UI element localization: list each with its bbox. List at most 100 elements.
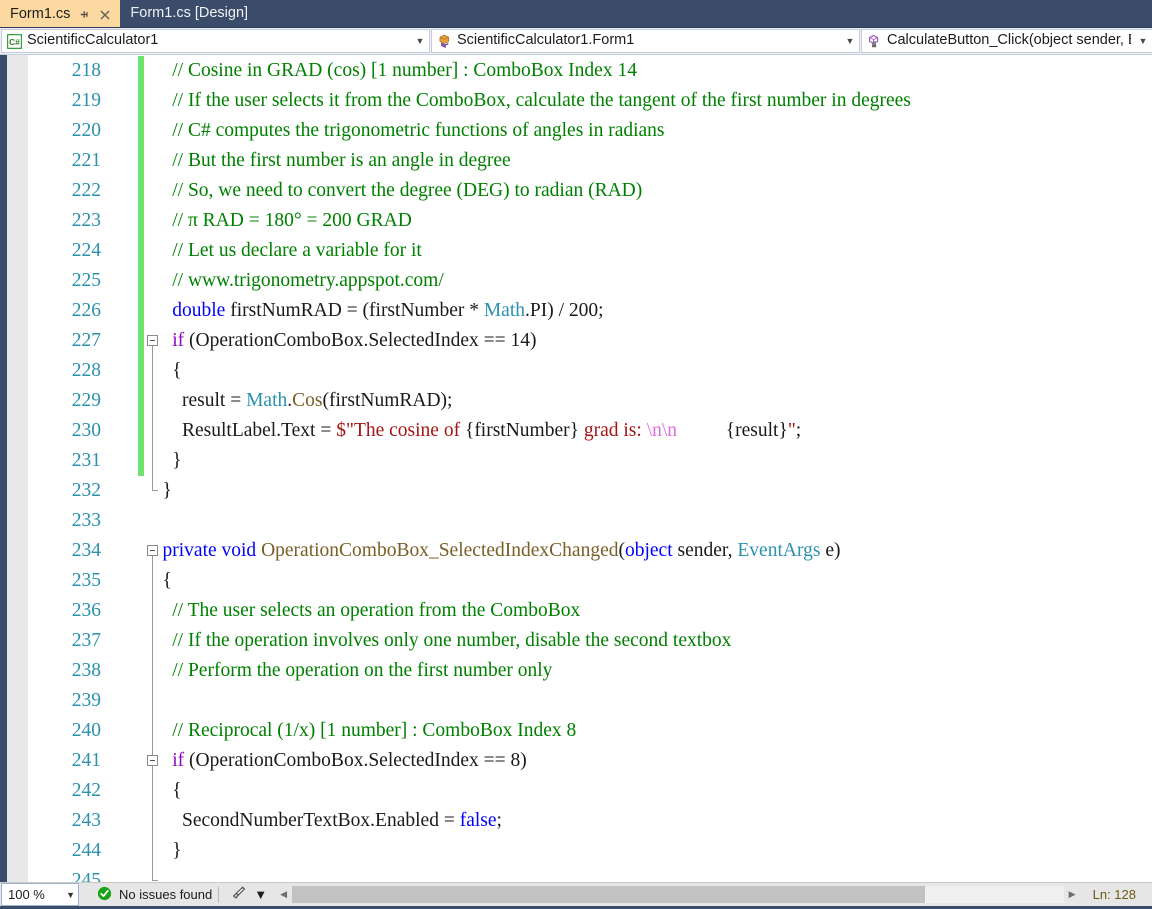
code-token: { [143, 570, 172, 591]
line-number: 222 [71, 180, 101, 201]
line-content: { [143, 566, 172, 596]
line-number: 226 [71, 300, 101, 321]
member-dropdown-label: CalculateButton_Click(object sender, Eve [887, 33, 1131, 49]
code-token: (firstNumRAD); [322, 390, 453, 411]
issues-status[interactable]: No issues found [79, 886, 212, 904]
code-line[interactable]: 218 // Cosine in GRAD (cos) [1 number] :… [28, 56, 1152, 86]
indicator-margin[interactable] [7, 55, 28, 882]
code-line[interactable]: 239 [28, 686, 1152, 716]
line-content: // Let us declare a variable for it [143, 236, 422, 266]
code-token: \n\n [646, 420, 678, 441]
chevron-down-icon[interactable]: ▼ [66, 890, 75, 900]
type-dropdown[interactable]: ScientificCalculator1.Form1 ▼ [431, 29, 860, 53]
code-token: } [143, 480, 172, 501]
code-line[interactable]: 238 // Perform the operation on the firs… [28, 656, 1152, 686]
selection-margin [0, 55, 7, 882]
code-line[interactable]: 237 // If the operation involves only on… [28, 626, 1152, 656]
chevron-down-icon[interactable]: ▼ [254, 887, 267, 902]
code-line[interactable]: 231 } [28, 446, 1152, 476]
code-line[interactable]: 233 [28, 506, 1152, 536]
code-token: object [624, 540, 673, 561]
code-line[interactable]: 235 { [28, 566, 1152, 596]
chevron-down-icon[interactable]: ▼ [1136, 36, 1150, 46]
line-number: 218 [71, 60, 101, 81]
code-line[interactable]: 228 { [28, 356, 1152, 386]
line-content: SecondNumberTextBox.Enabled = false; [143, 806, 502, 836]
line-content: // If the operation involves only one nu… [143, 626, 731, 656]
code-line[interactable]: 225 // www.trigonometry.appspot.com/ [28, 266, 1152, 296]
code-token: // π RAD = 180° = 200 GRAD [172, 210, 412, 231]
scrollbar-thumb[interactable] [292, 886, 925, 903]
pin-icon[interactable] [77, 8, 91, 22]
code-line[interactable]: 224 // Let us declare a variable for it [28, 236, 1152, 266]
code-token: { [143, 780, 182, 801]
line-content: ResultLabel.Text = $"The cosine of {firs… [143, 416, 801, 446]
code-token: if [172, 330, 185, 351]
code-text-area[interactable]: 218 // Cosine in GRAD (cos) [1 number] :… [28, 55, 1152, 882]
code-line[interactable]: 223 // π RAD = 180° = 200 GRAD [28, 206, 1152, 236]
scroll-right-icon[interactable]: ▶ [1064, 889, 1081, 900]
project-dropdown-label: ScientificCalculator1 [27, 33, 159, 49]
code-cleanup-button[interactable]: ▼ [225, 885, 273, 904]
tab-form1-cs-design[interactable]: Form1.cs [Design] [120, 0, 257, 27]
code-line[interactable]: 226 double firstNumRAD = (firstNumber * … [28, 296, 1152, 326]
code-line[interactable]: 236 // The user selects an operation fro… [28, 596, 1152, 626]
code-line[interactable]: 221 // But the first number is an angle … [28, 146, 1152, 176]
project-dropdown[interactable]: C# ScientificCalculator1 ▼ [1, 29, 430, 53]
code-line[interactable]: 234 private void OperationComboBox_Selec… [28, 536, 1152, 566]
line-content: // www.trigonometry.appspot.com/ [143, 266, 444, 296]
line-number: 225 [71, 270, 101, 291]
code-line[interactable]: 240 // Reciprocal (1/x) [1 number] : Com… [28, 716, 1152, 746]
code-line[interactable]: 227 if (OperationComboBox.SelectedIndex … [28, 326, 1152, 356]
line-content: // The user selects an operation from th… [143, 596, 580, 626]
code-line[interactable]: 219 // If the user selects it from the C… [28, 86, 1152, 116]
code-editor[interactable]: 218 // Cosine in GRAD (cos) [1 number] :… [0, 55, 1152, 882]
check-circle-icon [97, 886, 112, 904]
type-dropdown-label: ScientificCalculator1.Form1 [457, 33, 635, 49]
line-content: if (OperationComboBox.SelectedIndex == 1… [143, 326, 537, 356]
code-line[interactable]: 220 // C# computes the trigonometric fun… [28, 116, 1152, 146]
code-token: (OperationComboBox.SelectedIndex == 14) [184, 330, 537, 351]
line-number: 243 [71, 810, 101, 831]
line-content: // π RAD = 180° = 200 GRAD [143, 206, 412, 236]
close-icon[interactable] [98, 8, 112, 22]
line-number: 237 [71, 630, 101, 651]
member-dropdown[interactable]: CalculateButton_Click(object sender, Eve… [861, 29, 1152, 53]
line-content: // Reciprocal (1/x) [1 number] : ComboBo… [143, 716, 576, 746]
zoom-level-selector[interactable]: 100 % ▼ [1, 883, 79, 906]
code-line[interactable]: 229 result = Math.Cos(firstNumRAD); [28, 386, 1152, 416]
horizontal-scrollbar[interactable]: ◀ ▶ [275, 886, 1081, 903]
status-bar: 100 % ▼ No issues found ▼ ◀ ▶ Ln: 128 [0, 882, 1152, 909]
line-number: 231 [71, 450, 101, 471]
line-number: 234 [71, 540, 101, 561]
line-content: } [143, 476, 172, 506]
code-line[interactable]: 232 } [28, 476, 1152, 506]
line-number: 221 [71, 150, 101, 171]
tab-form1-cs[interactable]: Form1.cs [0, 0, 121, 27]
code-line[interactable]: 222 // So, we need to convert the degree… [28, 176, 1152, 206]
line-content: // So, we need to convert the degree (DE… [143, 176, 642, 206]
scroll-left-icon[interactable]: ◀ [275, 889, 292, 900]
line-number: 224 [71, 240, 101, 261]
code-line[interactable]: 244 } [28, 836, 1152, 866]
code-line[interactable]: 242 { [28, 776, 1152, 806]
line-content: double firstNumRAD = (firstNumber * Math… [143, 296, 603, 326]
scrollbar-track[interactable] [292, 886, 1064, 903]
chevron-down-icon[interactable]: ▼ [413, 36, 427, 46]
code-line[interactable]: 245 [28, 866, 1152, 882]
code-token: ; [496, 810, 502, 831]
code-line[interactable]: 243 SecondNumberTextBox.Enabled = false; [28, 806, 1152, 836]
line-content: } [143, 836, 182, 866]
code-line[interactable]: 241 if (OperationComboBox.SelectedIndex … [28, 746, 1152, 776]
code-token: // Let us declare a variable for it [172, 240, 422, 261]
code-line[interactable]: 230 ResultLabel.Text = $"The cosine of {… [28, 416, 1152, 446]
code-token: result = [143, 390, 247, 411]
chevron-down-icon[interactable]: ▼ [843, 36, 857, 46]
code-token: } [143, 840, 182, 861]
line-number: 239 [71, 690, 101, 711]
